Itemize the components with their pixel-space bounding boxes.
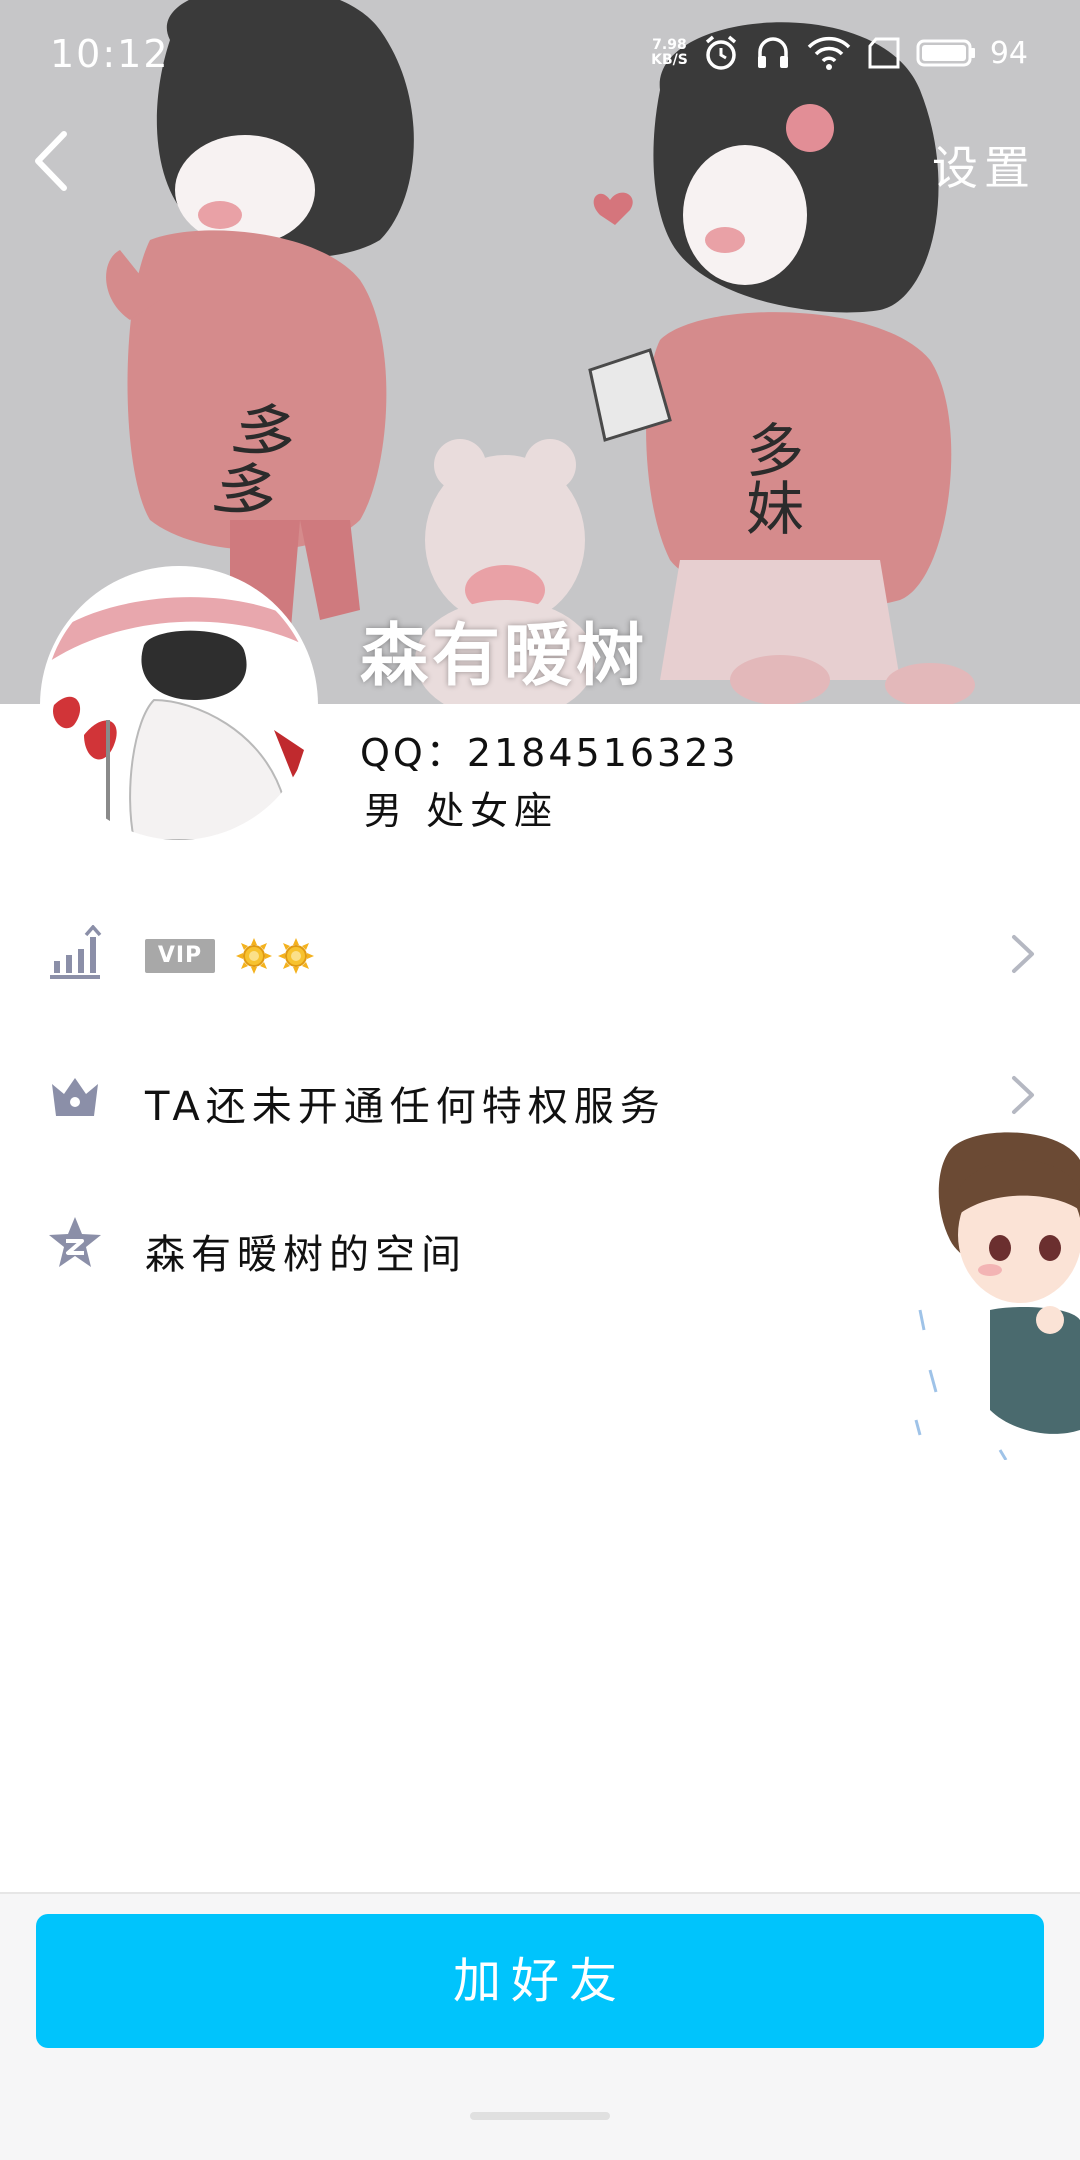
settings-button[interactable]: 设置 <box>932 132 1036 198</box>
sun-icon <box>236 938 272 974</box>
network-speed: 7.98 KB/S <box>651 38 688 68</box>
status-icons: 7.98 KB/S 94 <box>651 30 1028 76</box>
qzone-star-icon <box>49 1217 101 1267</box>
add-friend-button[interactable]: 加好友 <box>36 1914 1044 2048</box>
bottom-bar: 加好友 <box>0 1892 1080 2160</box>
back-button[interactable] <box>26 128 76 194</box>
battery-level: 94 <box>989 35 1028 71</box>
vip-badge: VIP <box>145 939 215 973</box>
privilege-label: TA还未开通任何特权服务 <box>145 1084 666 1130</box>
chevron-left-icon <box>35 131 67 191</box>
chevron-right-icon <box>1012 1076 1034 1114</box>
network-speed-value: 7.98 <box>652 37 687 53</box>
network-speed-unit: KB/S <box>651 52 688 68</box>
avatar[interactable] <box>44 570 314 840</box>
avatar-image <box>44 570 314 840</box>
crown-icon <box>52 1078 98 1116</box>
home-indicator[interactable] <box>470 2112 610 2120</box>
qzone-label: 森有暧树的空间 <box>145 1232 467 1278</box>
level-up-icon <box>50 925 102 979</box>
girl-shirt-text: 多妹 <box>736 420 804 536</box>
nickname: 森有暧树 <box>360 617 649 696</box>
headset-icon <box>757 37 788 68</box>
floating-sticker[interactable] <box>910 1130 1080 1460</box>
battery-icon <box>916 39 975 67</box>
status-bar: 10:12 7.98 KB/S 94 <box>0 0 1080 110</box>
alarm-icon <box>705 35 736 70</box>
sun-icon <box>278 938 314 974</box>
sim-icon <box>868 37 900 69</box>
vip-row[interactable]: VIP <box>0 895 1080 1025</box>
gender-zodiac: 男 处女座 <box>364 789 559 833</box>
chevron-right-icon <box>1012 935 1034 973</box>
qq-number: QQ：2184516323 <box>360 731 739 775</box>
status-time: 10:12 <box>50 32 170 76</box>
profile-page: 多多 多妹 10:12 7.98 KB/S 94 设置 森有暧树 QQ：2184… <box>0 0 1080 2160</box>
wifi-icon <box>807 36 851 70</box>
